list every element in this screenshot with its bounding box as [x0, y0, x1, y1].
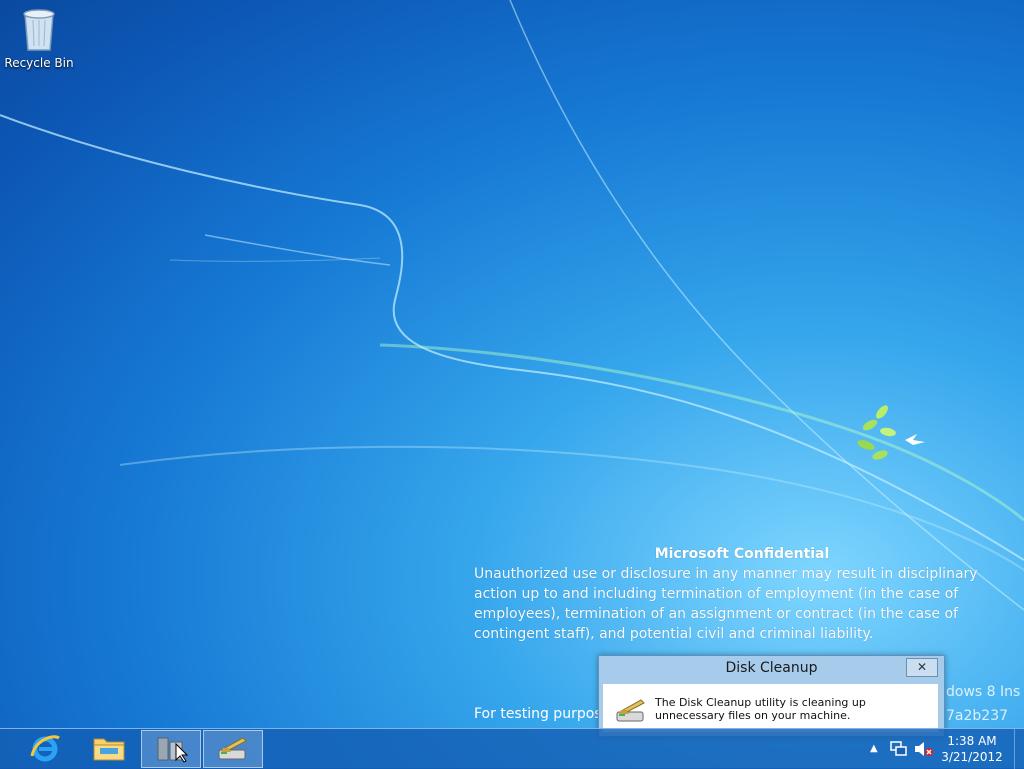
network-icon[interactable]	[890, 741, 908, 757]
watermark-fragment-2: 7a2b237	[946, 708, 1009, 724]
close-button[interactable]: ✕	[906, 658, 938, 677]
bird-decoration	[905, 434, 925, 445]
server-manager-icon	[157, 737, 188, 763]
folder-icon	[93, 738, 125, 761]
internet-explorer-icon	[30, 735, 60, 762]
recycle-bin-icon	[23, 9, 55, 51]
dialog-title: Disk Cleanup	[725, 660, 818, 676]
dialog-message: The Disk Cleanup utility is cleaning up …	[655, 696, 866, 722]
system-clock[interactable]: 1:38 AM 3/21/2012	[940, 733, 1004, 765]
watermark-fragment-1: dows 8 Ins	[946, 684, 1021, 700]
desktop-icon-label: Recycle Bin	[4, 56, 74, 70]
desktop-icon-recycle-bin[interactable]: Recycle Bin	[4, 4, 74, 70]
taskbar-button-file-explorer[interactable]	[80, 730, 138, 766]
show-desktop-button[interactable]	[1014, 729, 1024, 769]
taskbar: ▲ 1:38 AM 3/21/2012	[0, 728, 1024, 769]
watermark-body: Unauthorized use or disclosure in any ma…	[474, 566, 978, 642]
chevron-up-icon[interactable]: ▲	[870, 743, 878, 754]
clock-date: 3/21/2012	[941, 750, 1003, 764]
watermark-testing-line: For testing purpose	[474, 706, 611, 722]
leaves-decoration	[857, 405, 896, 460]
taskbar-button-server-manager[interactable]	[141, 730, 201, 768]
clock-time: 1:38 AM	[947, 734, 997, 748]
disk-cleanup-icon	[218, 737, 247, 760]
watermark-title: Microsoft Confidential	[654, 546, 830, 562]
dialog-content: The Disk Cleanup utility is cleaning up …	[603, 684, 938, 732]
confidential-watermark: Microsoft Confidential Unauthorized use …	[474, 544, 1020, 644]
disk-cleanup-dialog: Disk Cleanup ✕ The Disk Cleanup utility …	[598, 655, 945, 737]
taskbar-button-internet-explorer[interactable]	[16, 730, 74, 766]
volume-muted-icon[interactable]	[914, 741, 934, 757]
taskbar-button-disk-cleanup[interactable]	[203, 730, 263, 768]
disk-cleanup-icon	[616, 699, 645, 722]
